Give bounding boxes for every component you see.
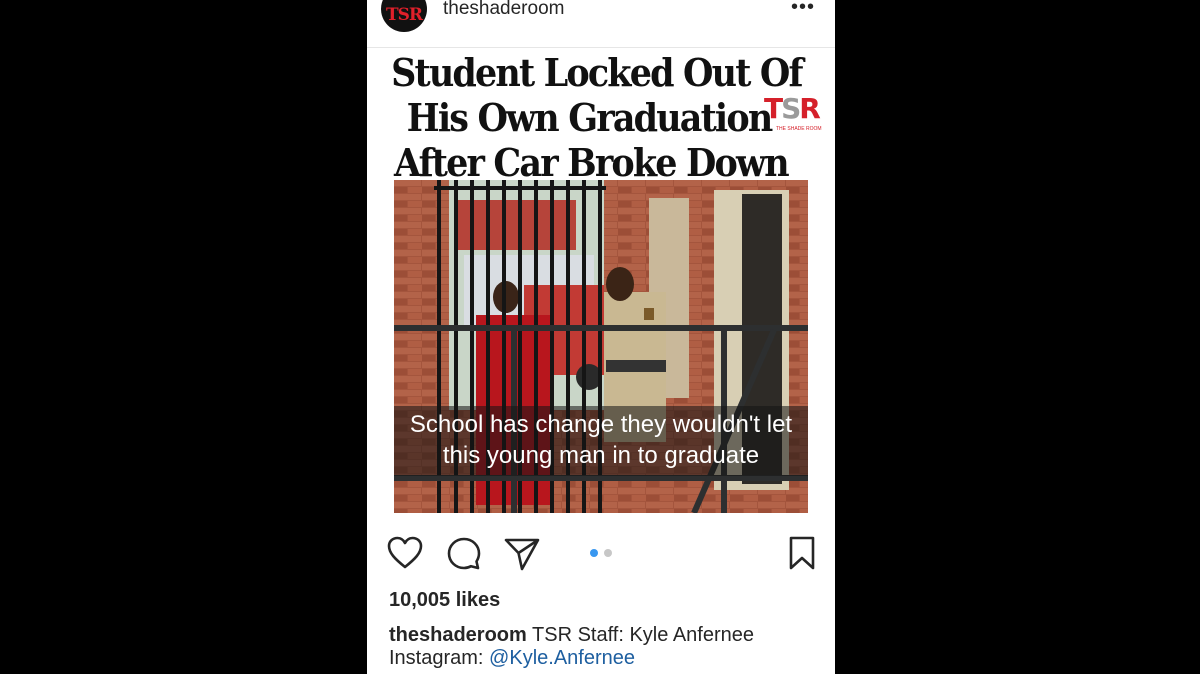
post-headline: Student Locked Out Of His Own Graduation…: [386, 50, 817, 185]
post-media[interactable]: Student Locked Out Of His Own Graduation…: [367, 48, 835, 530]
avatar[interactable]: TSR: [381, 0, 427, 32]
post-username[interactable]: theshaderoom: [443, 0, 564, 20]
avatar-logo-text: TSR: [385, 5, 423, 25]
mention-link[interactable]: @Kyle.Anfernee: [489, 647, 635, 669]
photo-caption-line: this young man in to graduate: [442, 442, 760, 469]
more-options-icon[interactable]: •••: [791, 0, 815, 19]
caption-username[interactable]: theshaderoom: [389, 624, 527, 646]
bookmark-icon[interactable]: [788, 536, 816, 575]
comment-icon[interactable]: [446, 536, 482, 577]
tsr-logo-tagline: THE SHADE ROOM: [776, 126, 822, 132]
post-caption: theshaderoom TSR Staff: Kyle Anfernee In…: [389, 624, 829, 670]
caption-prefix: Instagram:: [389, 647, 490, 669]
post-header: TSR theshaderoom •••: [367, 0, 835, 48]
headline-line: After Car Broke Down: [393, 140, 790, 185]
photo-caption: School has change they wouldn't let this…: [394, 409, 808, 471]
instagram-post-card: TSR theshaderoom ••• Student Locked Out …: [367, 0, 835, 674]
heart-icon[interactable]: [387, 536, 423, 575]
caption-text: TSR Staff: Kyle Anfernee: [532, 624, 754, 646]
tsr-logo: TSR THE SHADE ROOM: [764, 92, 826, 136]
likes-count[interactable]: 10,005 likes: [389, 589, 500, 612]
tsr-logo-letters: TSR: [764, 92, 821, 125]
carousel-dot: [604, 549, 612, 557]
post-photo: School has change they wouldn't let this…: [394, 180, 808, 513]
carousel-dot-active: [590, 549, 598, 557]
photo-caption-line: School has change they wouldn't let: [409, 411, 793, 438]
headline-line: His Own Graduation: [406, 95, 774, 140]
headline-line: Student Locked Out Of: [391, 50, 803, 95]
send-icon[interactable]: [504, 537, 540, 576]
